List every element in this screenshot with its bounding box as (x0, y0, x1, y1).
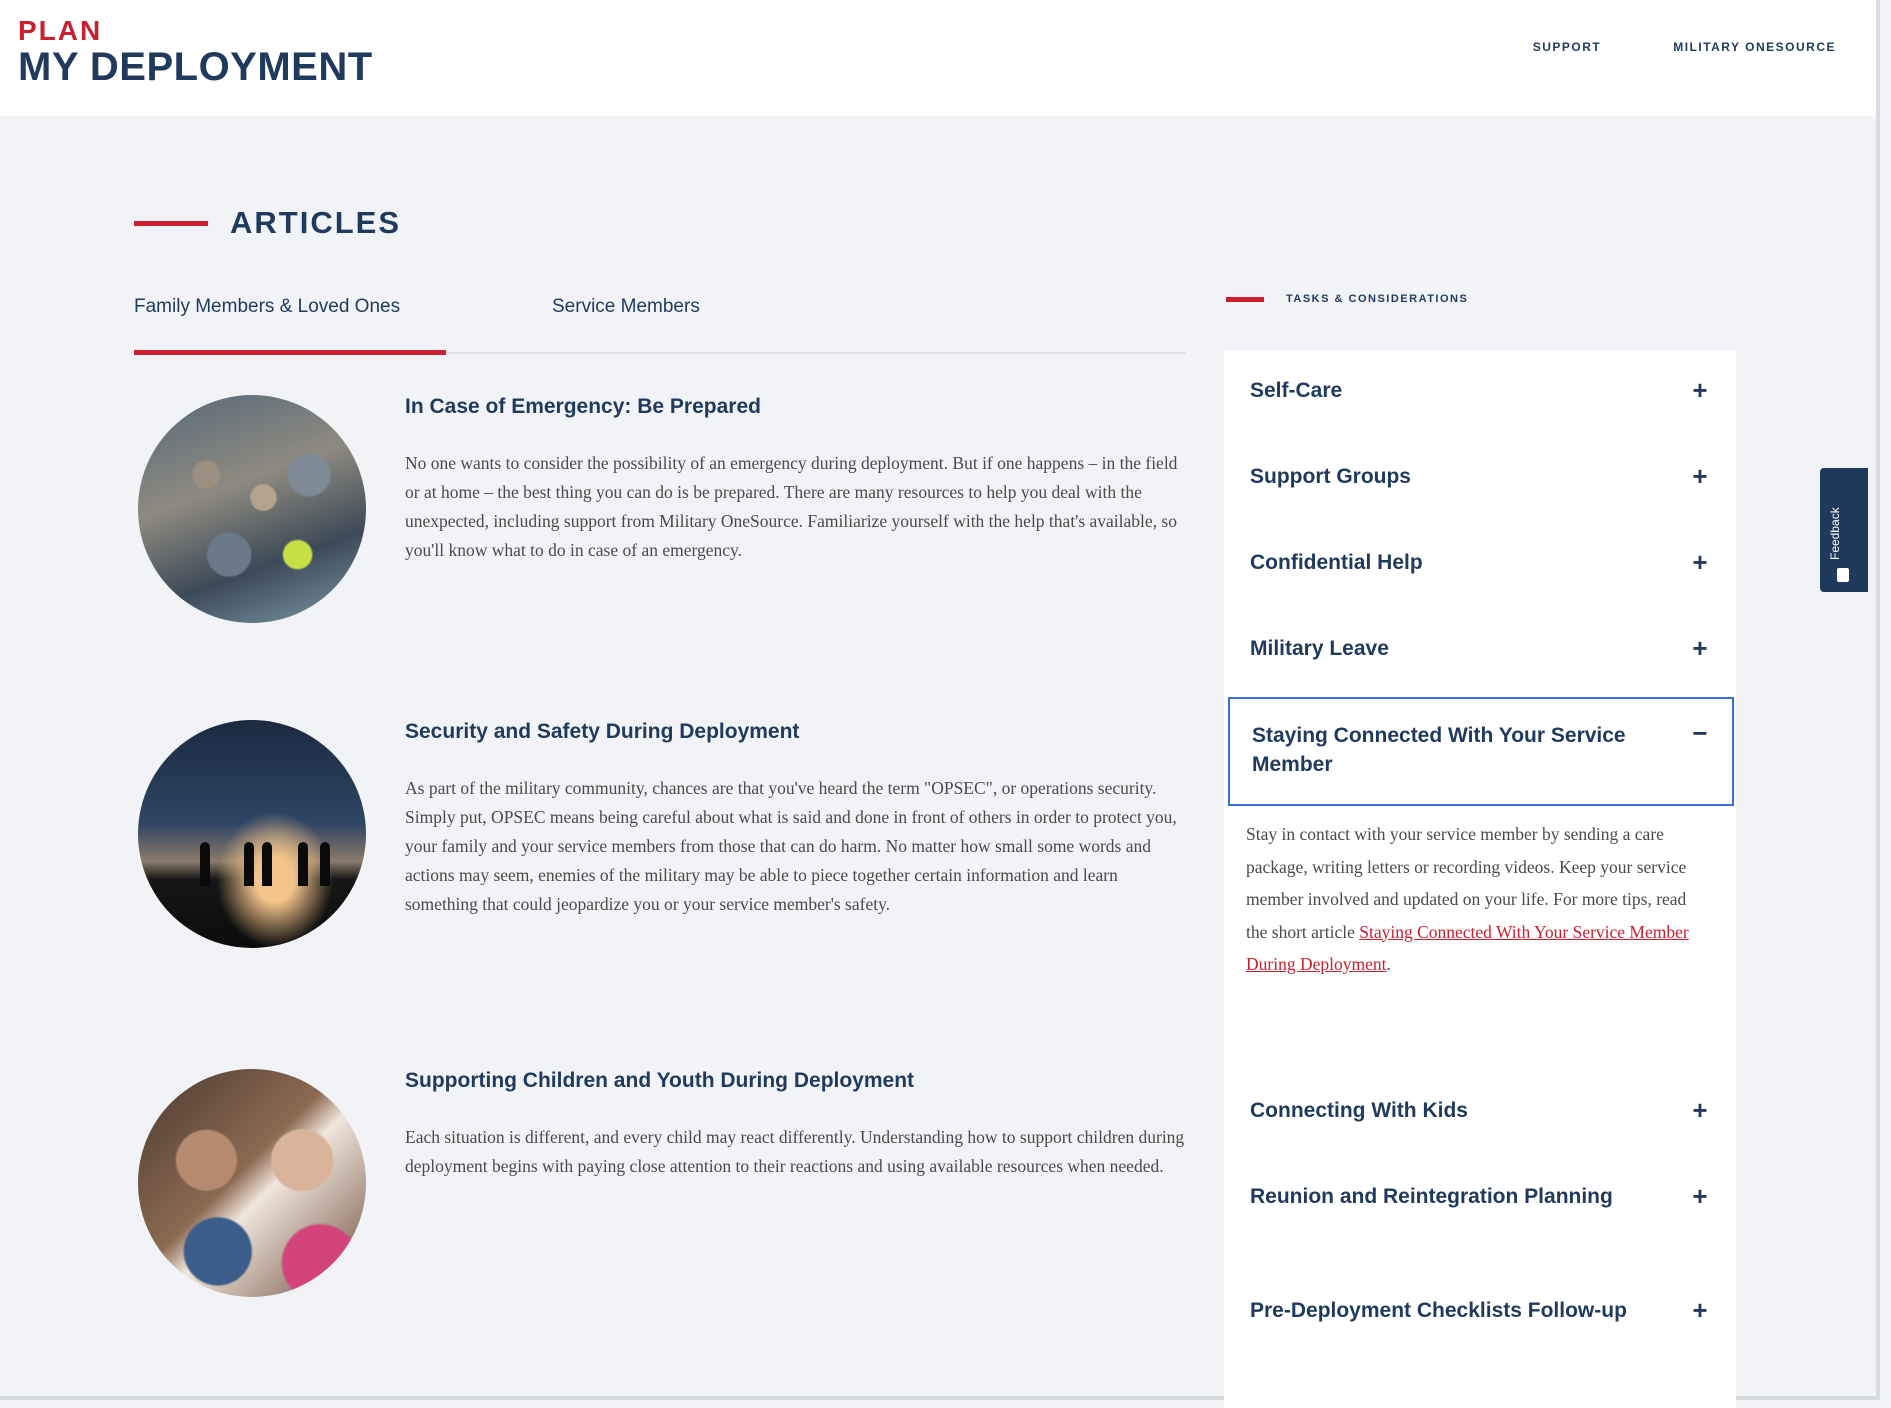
silhouette-shape (200, 842, 210, 886)
article-summary: No one wants to consider the possibility… (405, 453, 1178, 560)
nav-link-support[interactable]: SUPPORT (1533, 40, 1602, 54)
article-summary: Each situation is different, and every c… (405, 1127, 1185, 1176)
accordion-item-support-groups[interactable]: Support Groups + (1224, 436, 1736, 522)
accordion-item-title: Pre-Deployment Checklists Follow-up (1250, 1299, 1627, 1322)
silhouette-shape (244, 842, 254, 886)
plus-icon[interactable]: + (1690, 634, 1710, 663)
article-thumbnail[interactable] (138, 1069, 366, 1297)
accordion-item-pre-deployment-checklists[interactable]: Pre-Deployment Checklists Follow-up + (1224, 1268, 1736, 1380)
article-title[interactable]: Supporting Children and Youth During Dep… (405, 1069, 1190, 1093)
logo-line-my-deployment: MY DEPLOYMENT (18, 45, 373, 89)
accordion-item-self-care[interactable]: Self-Care + (1224, 350, 1736, 436)
site-header: PLAN MY DEPLOYMENT SUPPORT MILITARY ONES… (0, 0, 1876, 116)
plus-icon[interactable]: + (1690, 548, 1710, 577)
accordion-item-military-leave[interactable]: Military Leave + (1224, 608, 1736, 694)
tasks-heading: TASKS & CONSIDERATIONS (1226, 293, 1468, 305)
tasks-heading-label: TASKS & CONSIDERATIONS (1286, 293, 1469, 305)
tab-service-members[interactable]: Service Members (552, 296, 700, 350)
article-title[interactable]: In Case of Emergency: Be Prepared (405, 395, 1190, 419)
feedback-button[interactable]: Feedback (1820, 468, 1868, 592)
plus-icon[interactable]: + (1690, 376, 1710, 405)
article-body: Security and Safety During Deployment As… (405, 720, 1190, 919)
accordion-item-title: Reunion and Reintegration Planning (1250, 1185, 1613, 1208)
plus-icon[interactable]: + (1690, 1096, 1710, 1125)
accordion-item-connecting-with-kids[interactable]: Connecting With Kids + (1224, 1070, 1736, 1156)
top-nav: SUPPORT MILITARY ONESOURCE (1533, 40, 1836, 54)
accordion-item-title: Self-Care (1250, 379, 1343, 402)
article-thumbnail[interactable] (138, 720, 366, 948)
accordion-panel-staying-connected: Stay in contact with your service member… (1246, 818, 1696, 981)
tab-family-members[interactable]: Family Members & Loved Ones (134, 296, 446, 355)
plus-icon[interactable]: + (1690, 1182, 1710, 1211)
plus-icon[interactable]: + (1690, 1296, 1710, 1325)
silhouette-shape (320, 842, 330, 886)
article-thumbnail[interactable] (138, 395, 366, 623)
minus-icon[interactable]: − (1690, 719, 1710, 748)
feedback-icon (1837, 568, 1849, 582)
tasks-accordion: Self-Care + Support Groups + Confidentia… (1224, 350, 1736, 1408)
page-title: ARTICLES (230, 205, 401, 240)
accordion-item-title: Confidential Help (1250, 551, 1423, 574)
nav-link-military-onesource[interactable]: MILITARY ONESOURCE (1673, 40, 1836, 54)
plus-icon[interactable]: + (1690, 462, 1710, 491)
heading-accent-bar (1226, 296, 1264, 302)
article-summary: As part of the military community, chanc… (405, 778, 1177, 914)
accordion-item-title: Military Leave (1250, 637, 1389, 660)
article-body: Supporting Children and Youth During Dep… (405, 1069, 1190, 1181)
accordion-item-staying-connected[interactable]: Staying Connected With Your Service Memb… (1228, 697, 1734, 806)
heading-accent-bar (134, 220, 208, 226)
articles-heading: ARTICLES (134, 205, 401, 241)
silhouette-shape (262, 842, 272, 886)
accordion-item-title: Staying Connected With Your Service Memb… (1252, 724, 1626, 776)
accordion-panel-trailing: . (1386, 954, 1391, 974)
accordion-item-title: Connecting With Kids (1250, 1099, 1468, 1122)
silhouette-shape (298, 842, 308, 886)
logo-line-plan: PLAN (18, 15, 103, 46)
site-logo[interactable]: PLAN MY DEPLOYMENT (18, 15, 373, 89)
feedback-label: Feedback (1828, 507, 1842, 560)
article-title[interactable]: Security and Safety During Deployment (405, 720, 1190, 744)
accordion-item-confidential-help[interactable]: Confidential Help + (1224, 522, 1736, 608)
accordion-item-title: Support Groups (1250, 465, 1411, 488)
article-tabs: Family Members & Loved Ones Service Memb… (134, 288, 1186, 355)
article-body: In Case of Emergency: Be Prepared No one… (405, 395, 1190, 565)
accordion-item-reunion-reintegration[interactable]: Reunion and Reintegration Planning + (1224, 1156, 1736, 1268)
